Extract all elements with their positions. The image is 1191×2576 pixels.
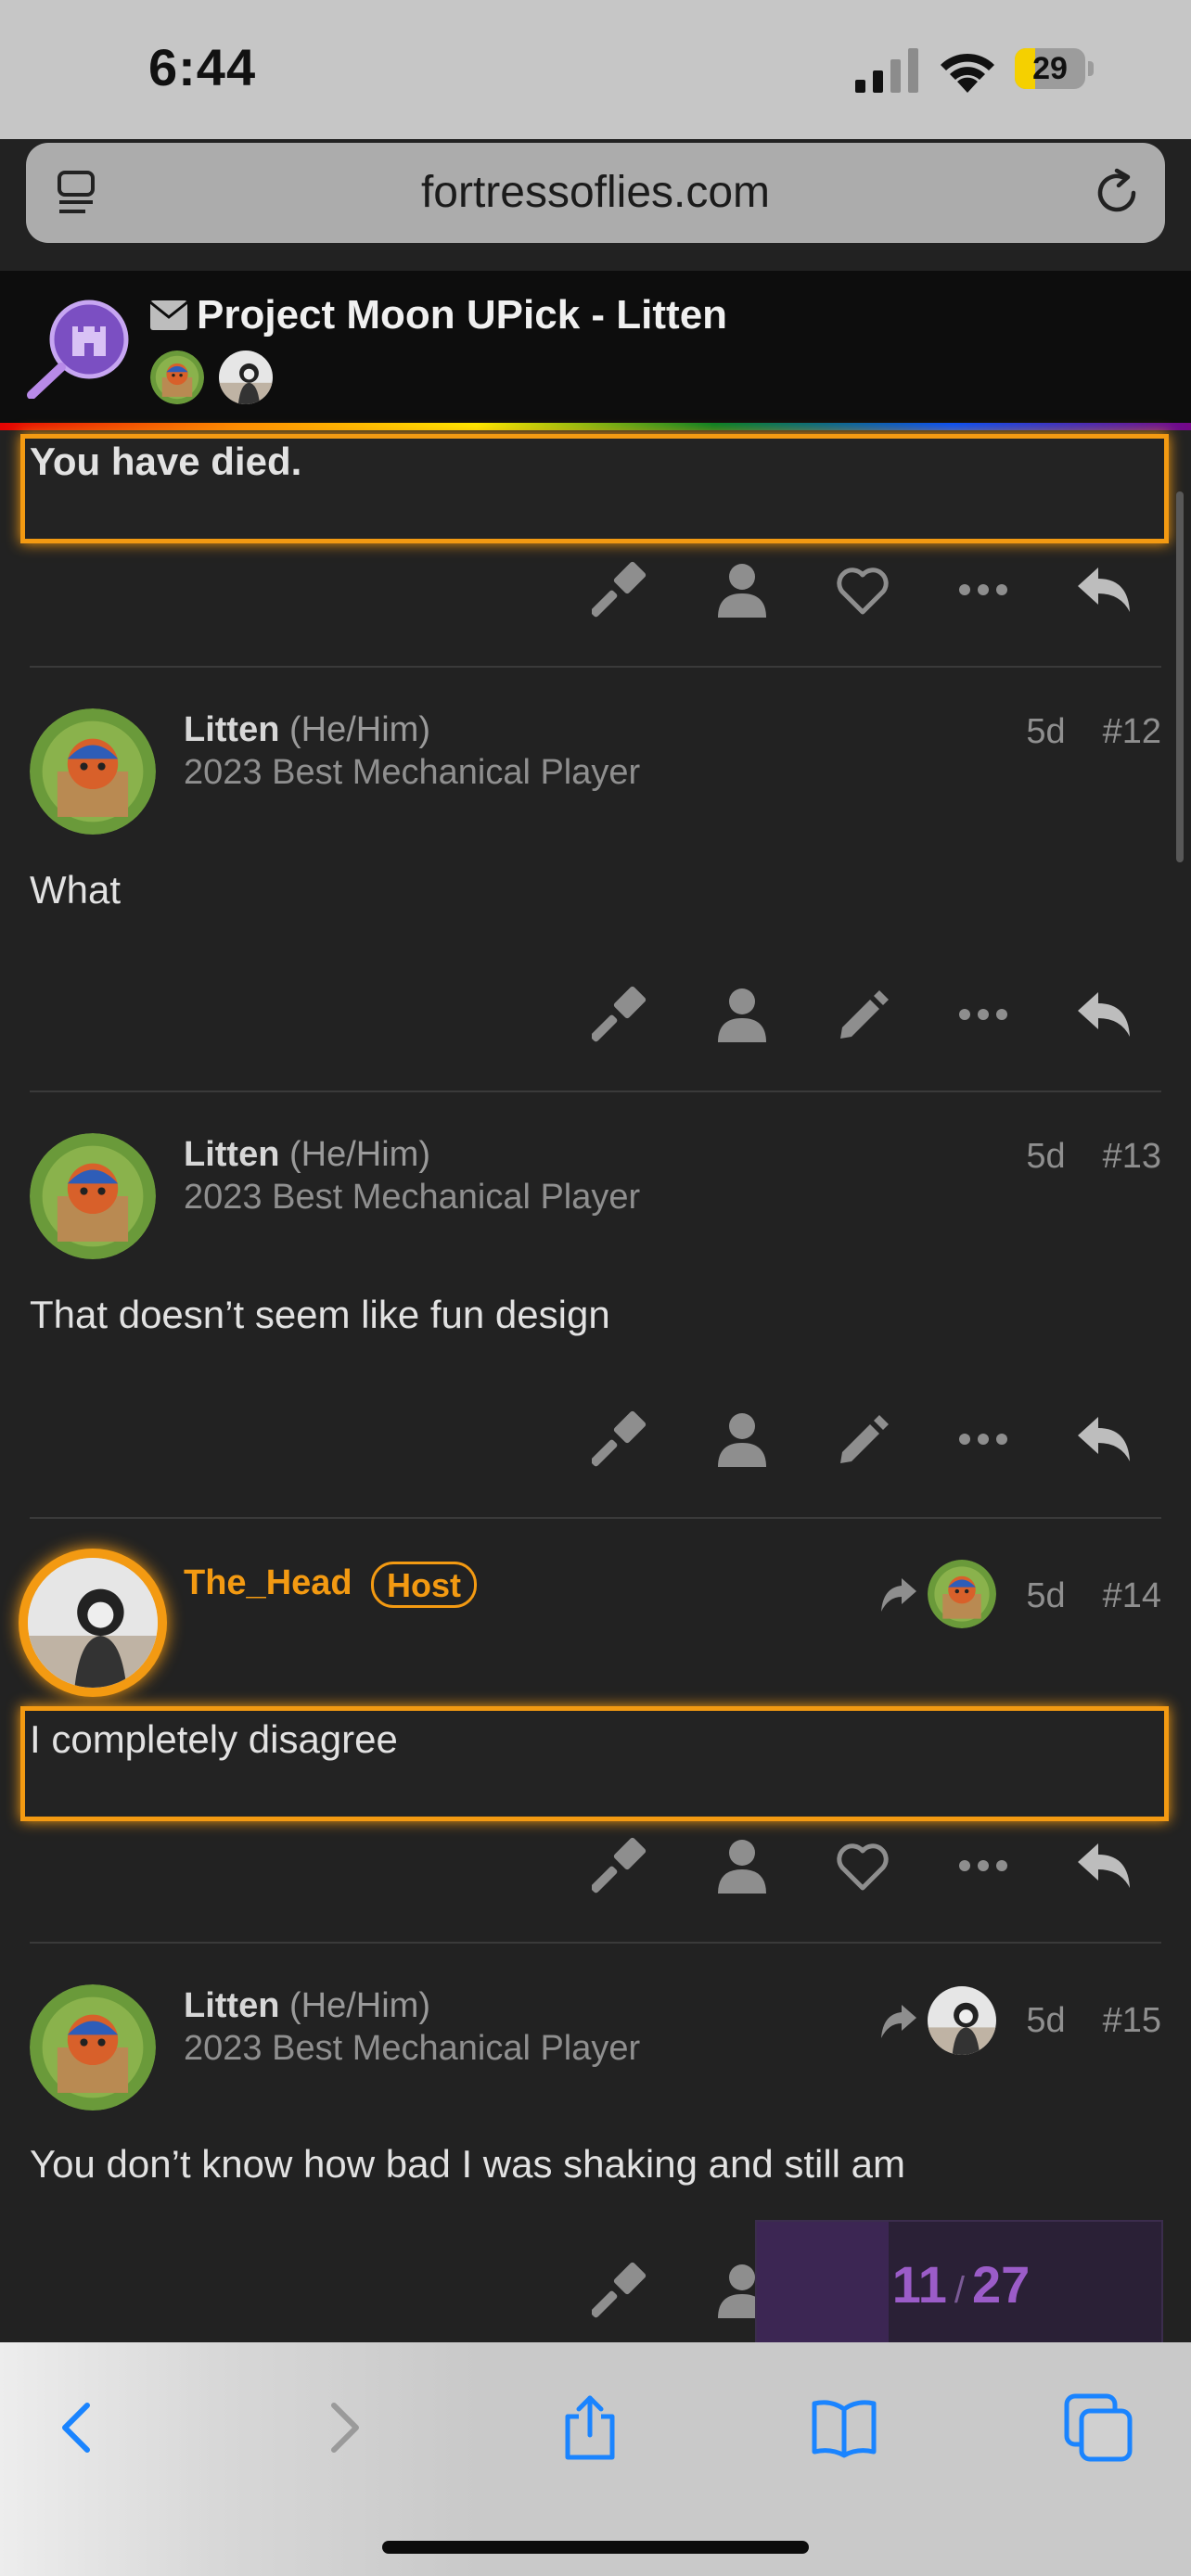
gavel-icon[interactable] <box>592 985 651 1044</box>
status-time: 6:44 <box>148 38 257 96</box>
avatar[interactable] <box>19 1549 167 1697</box>
tab-overview-icon[interactable] <box>1063 2392 1133 2463</box>
avatar[interactable] <box>30 708 156 835</box>
post-divider <box>30 666 1161 668</box>
user-icon[interactable] <box>712 1836 772 1895</box>
browser-toolbar <box>0 2342 1191 2576</box>
edit-icon[interactable] <box>833 985 892 1044</box>
reply-to-avatar[interactable] <box>928 1560 996 1628</box>
post-actions <box>0 1406 1191 1471</box>
share-icon[interactable] <box>555 2392 625 2463</box>
user-title: 2023 Best Mechanical Player <box>184 753 641 792</box>
post-meta[interactable]: 5d #15 <box>1026 2001 1161 2041</box>
post-body: You don’t know how bad I was shaking and… <box>30 2142 906 2186</box>
post-body: You have died. <box>30 440 302 483</box>
back-icon[interactable] <box>45 2392 115 2463</box>
post-divider <box>30 1942 1161 1944</box>
heart-icon[interactable] <box>833 560 892 619</box>
cellular-signal-icon <box>855 48 918 93</box>
topic-header: Project Moon UPick - Litten <box>0 271 1191 423</box>
post-actions <box>0 556 1191 621</box>
reply-to-avatar[interactable] <box>928 1986 996 2055</box>
mail-icon <box>150 300 187 330</box>
post-actions <box>0 981 1191 1046</box>
post-divider <box>30 1090 1161 1092</box>
post-author[interactable]: The_Head <box>184 1563 352 1603</box>
status-bar: 6:44 29 fortressoflies.com <box>0 0 1191 243</box>
post-meta[interactable]: 5d #14 <box>1026 1576 1161 1616</box>
gavel-icon[interactable] <box>592 1836 651 1895</box>
battery-percent: 29 <box>1032 51 1068 86</box>
bookmarks-icon[interactable] <box>809 2392 879 2463</box>
participant-avatar[interactable] <box>219 351 273 404</box>
forward-icon[interactable] <box>306 2392 377 2463</box>
scrollbar[interactable] <box>1176 491 1184 862</box>
home-indicator[interactable] <box>382 2541 809 2554</box>
more-icon[interactable] <box>954 560 1013 619</box>
topic-progress[interactable]: 11/27 <box>755 2220 1163 2350</box>
reply-icon[interactable] <box>1074 1836 1133 1895</box>
post-author[interactable]: Litten (He/Him) <box>184 1986 430 2026</box>
reply-icon[interactable] <box>1074 1409 1133 1469</box>
gavel-icon[interactable] <box>592 1409 651 1469</box>
site-logo-icon[interactable] <box>26 295 130 399</box>
progress-label[interactable]: 11/27 <box>757 2222 1165 2348</box>
edit-icon[interactable] <box>833 1409 892 1469</box>
topic-title-row[interactable]: Project Moon UPick - Litten <box>150 289 727 341</box>
topic-title[interactable]: Project Moon UPick - Litten <box>197 292 727 338</box>
more-icon[interactable] <box>954 1409 1013 1469</box>
user-title: 2023 Best Mechanical Player <box>184 2029 641 2068</box>
user-title: 2023 Best Mechanical Player <box>184 1178 641 1217</box>
share-arrow-icon[interactable] <box>879 1576 920 1613</box>
heart-icon[interactable] <box>833 1836 892 1895</box>
participant-avatar[interactable] <box>150 351 204 404</box>
gavel-icon[interactable] <box>592 2261 651 2320</box>
reload-icon[interactable] <box>1091 167 1143 219</box>
reply-icon[interactable] <box>1074 985 1133 1044</box>
post-author[interactable]: Litten (He/Him) <box>184 710 430 750</box>
post-divider <box>30 1517 1161 1519</box>
battery-icon: 29 <box>1015 48 1095 89</box>
address-bar[interactable]: fortressoflies.com <box>26 143 1165 243</box>
post-body: That doesn’t seem like fun design <box>30 1293 610 1336</box>
post-author[interactable]: Litten (He/Him) <box>184 1135 430 1175</box>
post-actions <box>0 1832 1191 1897</box>
host-badge: Host <box>371 1562 477 1608</box>
more-icon[interactable] <box>954 985 1013 1044</box>
post-body: What <box>30 868 122 912</box>
user-icon[interactable] <box>712 1409 772 1469</box>
share-arrow-icon[interactable] <box>879 2003 920 2040</box>
user-icon[interactable] <box>712 985 772 1044</box>
avatar[interactable] <box>30 1133 156 1259</box>
avatar[interactable] <box>30 1984 156 2111</box>
url-text[interactable]: fortressoflies.com <box>26 143 1165 243</box>
post-meta[interactable]: 5d #13 <box>1026 1137 1161 1177</box>
gavel-icon[interactable] <box>592 560 651 619</box>
more-icon[interactable] <box>954 1836 1013 1895</box>
header-rainbow-stripe <box>0 423 1191 430</box>
reply-icon[interactable] <box>1074 560 1133 619</box>
host-avatar-image <box>28 1558 158 1688</box>
user-icon[interactable] <box>712 560 772 619</box>
wifi-icon <box>941 53 994 93</box>
post-body: I completely disagree <box>30 1717 398 1761</box>
post-meta[interactable]: 5d #12 <box>1026 712 1161 752</box>
